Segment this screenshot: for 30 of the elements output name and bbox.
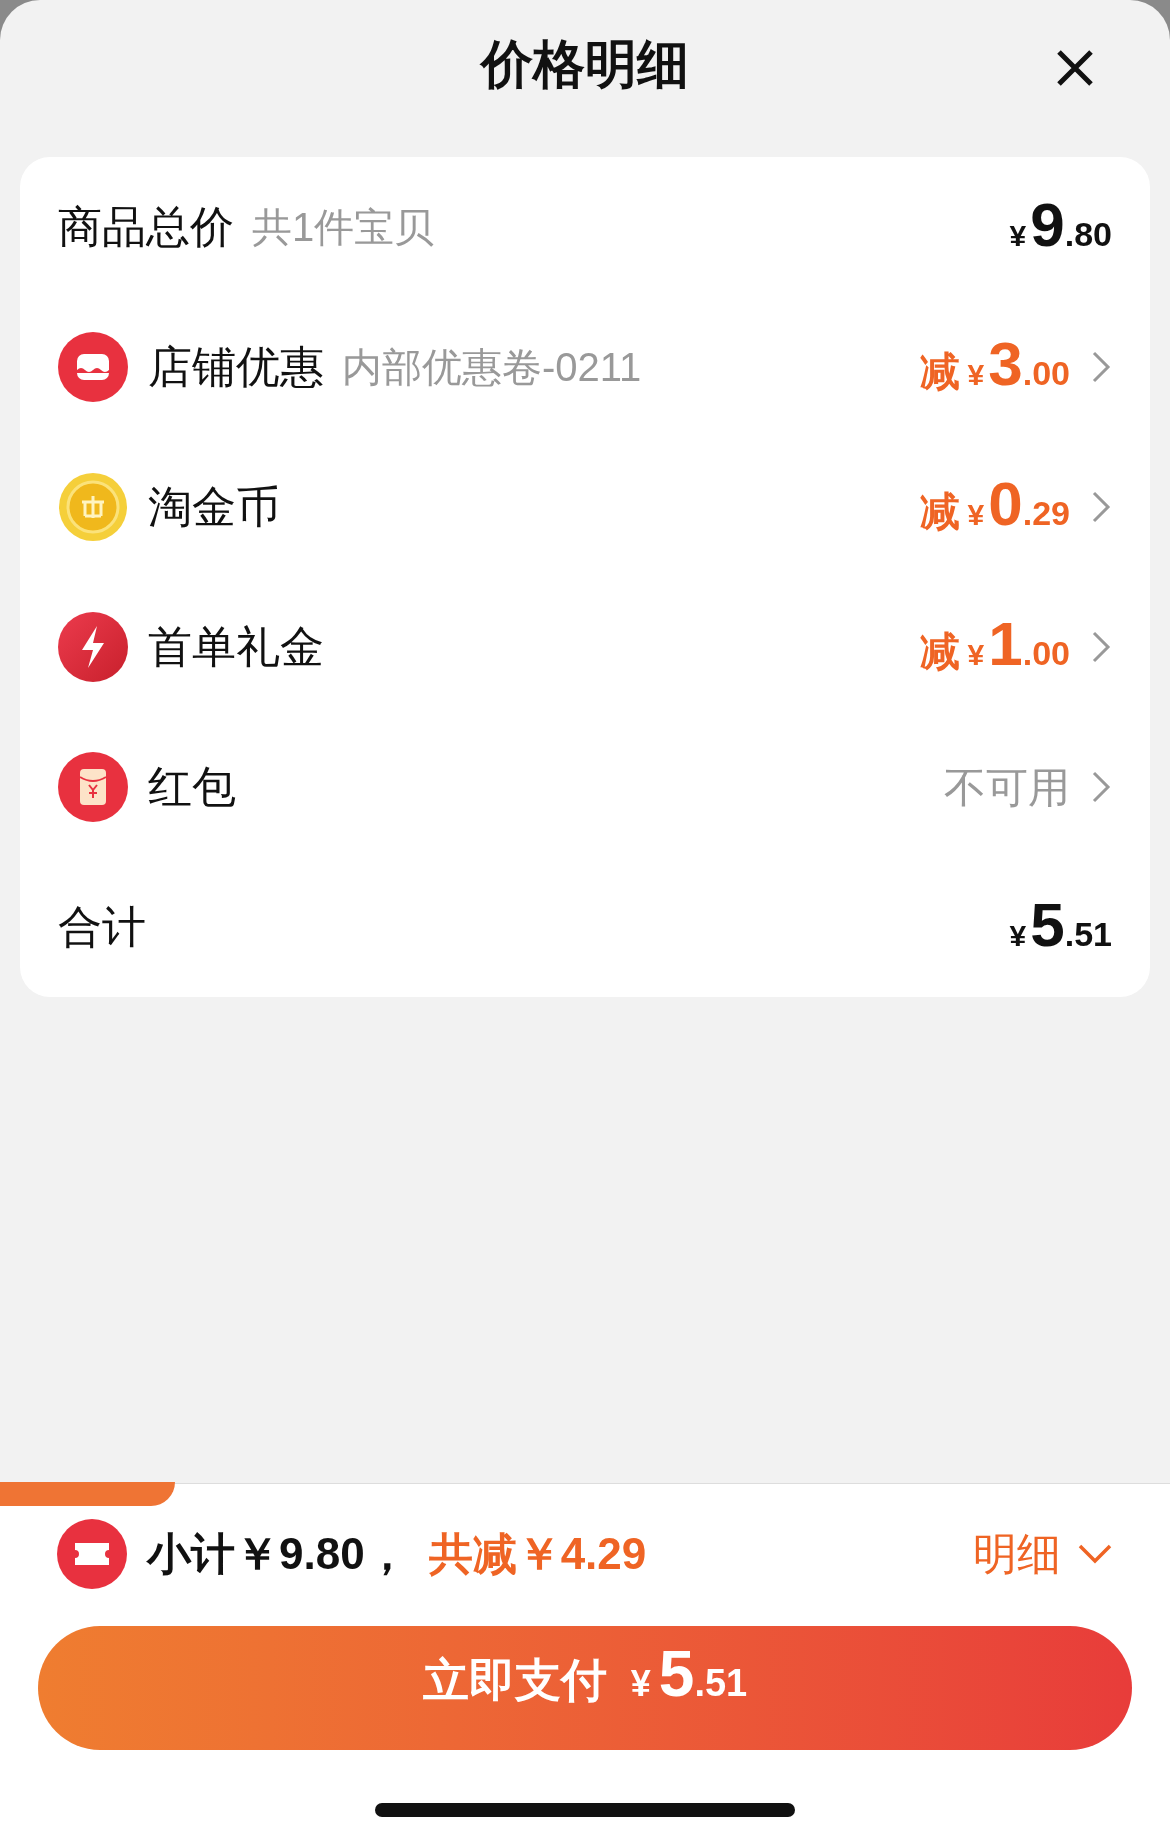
- store-icon: [58, 332, 128, 402]
- price-amount: 减 ¥0.29: [919, 473, 1070, 540]
- row-label: 淘金币: [148, 481, 280, 533]
- ticket-icon: [57, 1519, 127, 1589]
- sheet-title: 价格明细: [481, 33, 689, 95]
- details-toggle[interactable]: 明细: [973, 1521, 1113, 1587]
- chevron-right-icon: [1090, 349, 1112, 385]
- chevron-right-icon: [1090, 769, 1112, 805]
- chevron-right-icon: [1090, 629, 1112, 665]
- subtotal-text: 小计￥9.80，: [147, 1528, 409, 1580]
- envelope-icon: [58, 752, 128, 822]
- row-label: 红包: [148, 761, 236, 813]
- coin-icon: [58, 472, 128, 542]
- price-amount: ¥5.51: [1009, 894, 1112, 960]
- chevron-right-icon: [1090, 489, 1112, 525]
- row-note: 共1件宝贝: [252, 204, 435, 251]
- row-label: 合计: [58, 901, 146, 953]
- price-amount: 减 ¥3.00: [919, 333, 1070, 400]
- status-text: 不可用: [944, 762, 1070, 813]
- row-label: 商品总价: [58, 201, 234, 253]
- chevron-down-icon: [1077, 1543, 1113, 1565]
- row-label: 店铺优惠: [148, 341, 324, 393]
- row-note: 内部优惠卷-0211: [342, 344, 642, 391]
- close-icon[interactable]: [1055, 48, 1095, 88]
- lightning-icon: [58, 612, 128, 682]
- pay-button[interactable]: 立即支付 ¥5.51: [38, 1626, 1132, 1750]
- total-discount-text: 共减￥4.29: [428, 1528, 647, 1580]
- price-amount: 减 ¥1.00: [919, 613, 1070, 680]
- price-amount: ¥9.80: [1009, 194, 1112, 260]
- row-label: 首单礼金: [148, 621, 324, 673]
